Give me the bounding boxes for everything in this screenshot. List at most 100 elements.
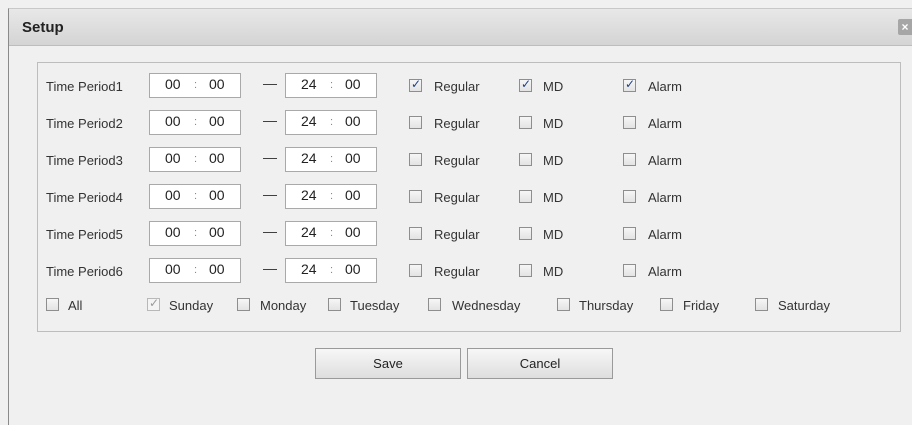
start-hour[interactable]: 00 xyxy=(165,187,181,203)
alarm-label: Alarm xyxy=(648,153,682,168)
alarm-checkbox[interactable] xyxy=(623,264,636,277)
time-separator: : xyxy=(330,264,334,276)
start-time-input[interactable]: 00 : 00 xyxy=(149,110,241,135)
start-time-input[interactable]: 00 : 00 xyxy=(149,73,241,98)
time-separator: : xyxy=(330,79,334,91)
time-separator: : xyxy=(330,227,334,239)
range-dash: — xyxy=(263,149,277,165)
schedule-panel: Time Period1 00 : 00 — 24 : 00 Regular M… xyxy=(37,62,901,332)
alarm-checkbox[interactable] xyxy=(623,116,636,129)
end-minute[interactable]: 00 xyxy=(345,113,361,129)
range-dash: — xyxy=(263,223,277,239)
start-minute[interactable]: 00 xyxy=(209,113,225,129)
friday-checkbox[interactable] xyxy=(660,298,673,311)
tuesday-label: Tuesday xyxy=(350,298,400,313)
end-time-input[interactable]: 24 : 00 xyxy=(285,221,377,246)
regular-checkbox[interactable] xyxy=(409,264,422,277)
end-time-input[interactable]: 24 : 00 xyxy=(285,73,377,98)
thursday-checkbox[interactable] xyxy=(557,298,570,311)
all-days-label: All xyxy=(68,298,83,313)
regular-checkbox[interactable] xyxy=(409,77,422,92)
time-period-label: Time Period4 xyxy=(46,190,123,205)
alarm-label: Alarm xyxy=(648,227,682,242)
time-separator: : xyxy=(194,116,198,128)
end-time-input[interactable]: 24 : 00 xyxy=(285,258,377,283)
time-period-label: Time Period6 xyxy=(46,264,123,279)
start-time-input[interactable]: 00 : 00 xyxy=(149,221,241,246)
end-minute[interactable]: 00 xyxy=(345,187,361,203)
start-time-input[interactable]: 00 : 00 xyxy=(149,184,241,209)
start-hour[interactable]: 00 xyxy=(165,261,181,277)
end-time-input[interactable]: 24 : 00 xyxy=(285,184,377,209)
regular-checkbox[interactable] xyxy=(409,227,422,240)
start-minute[interactable]: 00 xyxy=(209,150,225,166)
time-period-label: Time Period5 xyxy=(46,227,123,242)
start-minute[interactable]: 00 xyxy=(209,187,225,203)
save-button[interactable]: Save xyxy=(315,348,461,379)
start-hour[interactable]: 00 xyxy=(165,224,181,240)
all-days-checkbox[interactable] xyxy=(46,298,59,311)
end-hour[interactable]: 24 xyxy=(301,261,317,277)
alarm-label: Alarm xyxy=(648,264,682,279)
time-separator: : xyxy=(194,190,198,202)
end-hour[interactable]: 24 xyxy=(301,224,317,240)
end-minute[interactable]: 00 xyxy=(345,76,361,92)
saturday-label: Saturday xyxy=(778,298,831,313)
md-checkbox[interactable] xyxy=(519,116,532,129)
monday-checkbox[interactable] xyxy=(237,298,250,311)
time-separator: : xyxy=(194,79,198,91)
start-time-input[interactable]: 00 : 00 xyxy=(149,147,241,172)
dialog-title: Setup xyxy=(22,19,64,36)
md-label: MD xyxy=(543,264,564,279)
end-time-input[interactable]: 24 : 00 xyxy=(285,110,377,135)
start-hour[interactable]: 00 xyxy=(165,113,181,129)
md-checkbox[interactable] xyxy=(519,153,532,166)
start-time-input[interactable]: 00 : 00 xyxy=(149,258,241,283)
md-label: MD xyxy=(543,79,564,94)
md-checkbox[interactable] xyxy=(519,190,532,203)
md-checkbox[interactable] xyxy=(519,77,532,92)
start-minute[interactable]: 00 xyxy=(209,76,225,92)
end-minute[interactable]: 00 xyxy=(345,261,361,277)
end-minute[interactable]: 00 xyxy=(345,150,361,166)
alarm-checkbox[interactable] xyxy=(623,153,636,166)
range-dash: — xyxy=(263,75,277,91)
start-hour[interactable]: 00 xyxy=(165,150,181,166)
time-period-row: Time Period5 00 : 00 — 24 : 00 Regular M… xyxy=(38,221,900,247)
md-checkbox[interactable] xyxy=(519,227,532,240)
regular-label: Regular xyxy=(434,264,480,279)
end-hour[interactable]: 24 xyxy=(301,150,317,166)
end-time-input[interactable]: 24 : 00 xyxy=(285,147,377,172)
md-checkbox[interactable] xyxy=(519,264,532,277)
start-hour[interactable]: 00 xyxy=(165,76,181,92)
alarm-label: Alarm xyxy=(648,116,682,131)
end-hour[interactable]: 24 xyxy=(301,76,317,92)
regular-checkbox[interactable] xyxy=(409,190,422,203)
wednesday-checkbox[interactable] xyxy=(428,298,441,311)
end-minute[interactable]: 00 xyxy=(345,224,361,240)
tuesday-checkbox[interactable] xyxy=(328,298,341,311)
close-icon[interactable]: × xyxy=(898,19,912,35)
start-minute[interactable]: 00 xyxy=(209,261,225,277)
end-hour[interactable]: 24 xyxy=(301,113,317,129)
regular-label: Regular xyxy=(434,116,480,131)
days-row: All Sunday Monday Tuesday Wednesday Thur… xyxy=(38,292,900,318)
time-period-row: Time Period4 00 : 00 — 24 : 00 Regular M… xyxy=(38,184,900,210)
alarm-label: Alarm xyxy=(648,79,682,94)
start-minute[interactable]: 00 xyxy=(209,224,225,240)
md-label: MD xyxy=(543,116,564,131)
time-separator: : xyxy=(330,116,334,128)
time-separator: : xyxy=(194,264,198,276)
alarm-checkbox[interactable] xyxy=(623,190,636,203)
end-hour[interactable]: 24 xyxy=(301,187,317,203)
time-period-row: Time Period1 00 : 00 — 24 : 00 Regular M… xyxy=(38,73,900,99)
sunday-checkbox xyxy=(147,296,160,311)
alarm-checkbox[interactable] xyxy=(623,227,636,240)
friday-label: Friday xyxy=(683,298,720,313)
time-separator: : xyxy=(194,227,198,239)
saturday-checkbox[interactable] xyxy=(755,298,768,311)
alarm-checkbox[interactable] xyxy=(623,77,636,92)
regular-checkbox[interactable] xyxy=(409,153,422,166)
cancel-button[interactable]: Cancel xyxy=(467,348,613,379)
regular-checkbox[interactable] xyxy=(409,116,422,129)
